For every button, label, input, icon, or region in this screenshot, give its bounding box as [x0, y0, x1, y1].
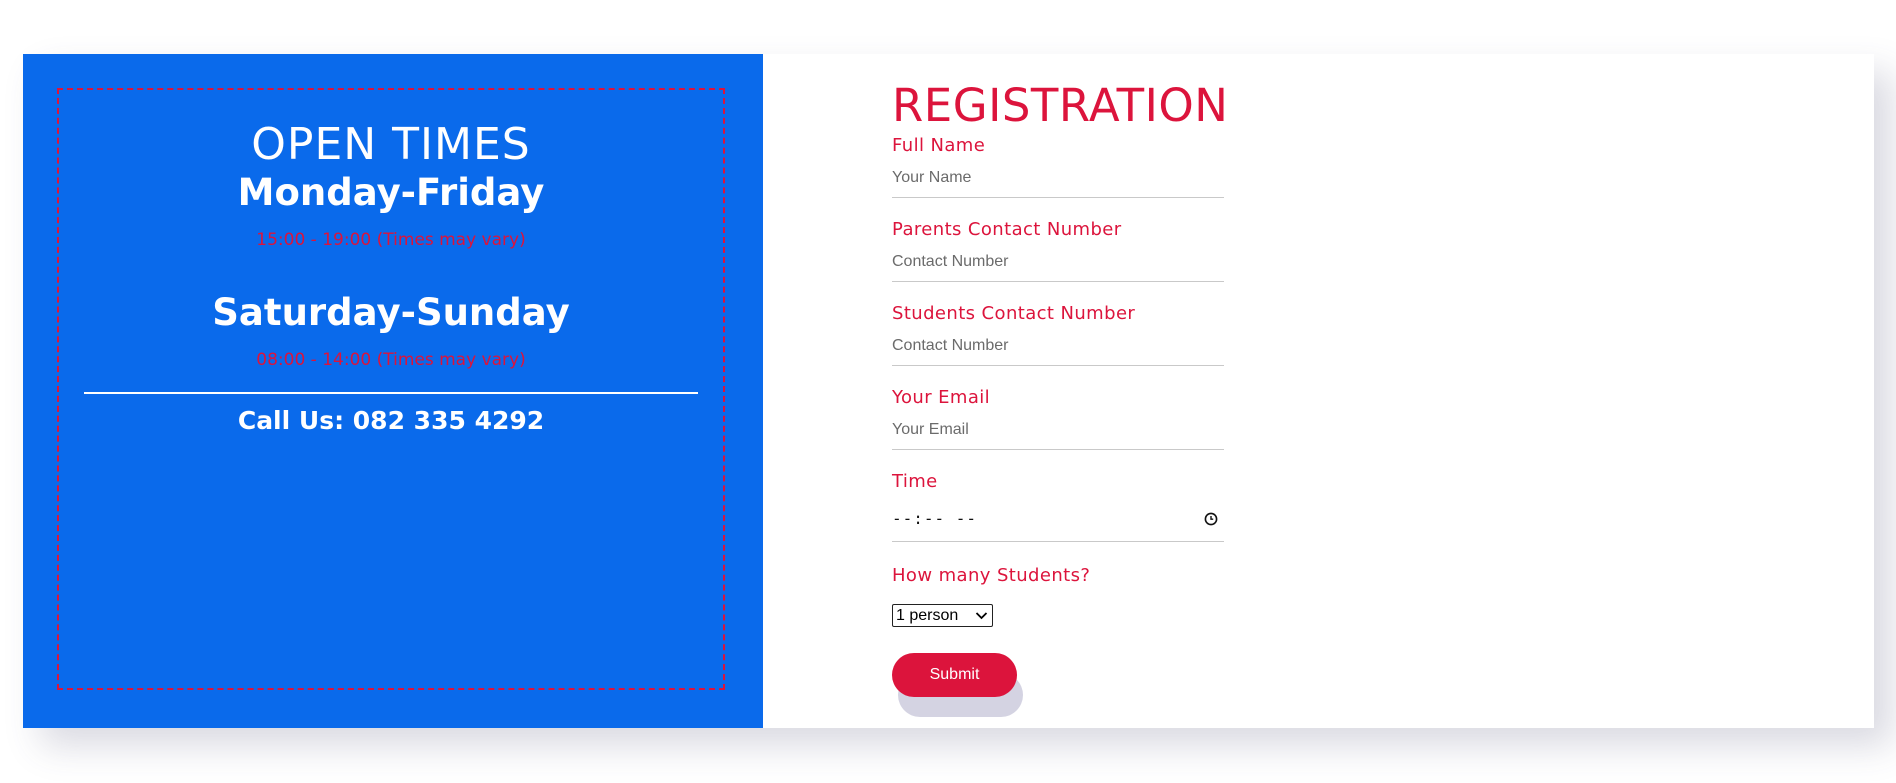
students-count-value: 1 person	[896, 606, 959, 624]
students-contact-label: Students Contact Number	[892, 303, 1136, 324]
registration-panel: REGISTRATION Full Name Parents Contact N…	[763, 54, 1874, 728]
time-label: Time	[892, 471, 938, 492]
divider	[84, 392, 698, 394]
parents-contact-input[interactable]	[892, 242, 1224, 282]
clock-icon[interactable]	[1204, 512, 1218, 526]
time-value: --:-- --	[892, 509, 978, 528]
open-times-title: OPEN TIMES	[251, 119, 531, 170]
open-times-panel: OPEN TIMES Monday-Friday 15:00 - 19:00 (…	[23, 54, 763, 728]
full-name-label: Full Name	[892, 135, 986, 156]
weekday-hours: 15:00 - 19:00 (Times may vary)	[256, 230, 526, 250]
email-input[interactable]	[892, 410, 1224, 450]
students-count-label: How many Students?	[892, 565, 1091, 586]
submit-button[interactable]: Submit	[892, 653, 1017, 697]
students-contact-input[interactable]	[892, 326, 1224, 366]
students-count-select[interactable]: 1 person	[892, 604, 993, 627]
open-times-box: OPEN TIMES Monday-Friday 15:00 - 19:00 (…	[57, 88, 725, 690]
submit-wrapper: Submit	[892, 653, 1023, 717]
email-label: Your Email	[892, 387, 991, 408]
parents-contact-label: Parents Contact Number	[892, 219, 1122, 240]
page-card: OPEN TIMES Monday-Friday 15:00 - 19:00 (…	[23, 54, 1874, 728]
full-name-input[interactable]	[892, 158, 1224, 198]
time-input[interactable]: --:-- --	[892, 494, 1224, 542]
weekday-title: Monday-Friday	[237, 171, 545, 214]
call-us-text: Call Us: 082 335 4292	[237, 406, 545, 435]
weekend-title: Saturday-Sunday	[212, 291, 570, 334]
chevron-down-icon	[975, 612, 988, 620]
registration-title: REGISTRATION	[892, 79, 1229, 132]
registration-form: REGISTRATION Full Name Parents Contact N…	[892, 78, 1229, 717]
weekend-hours: 08:00 - 14:00 (Times may vary)	[256, 350, 526, 370]
